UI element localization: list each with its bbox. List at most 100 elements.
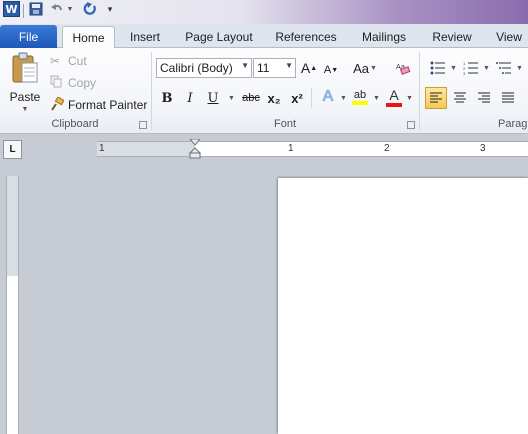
clipboard-dialog-launcher-icon[interactable] [139,121,147,129]
document-page[interactable] [278,178,528,434]
chevron-down-icon: ▼ [241,61,249,70]
group-divider [311,88,312,108]
change-case-icon: Aa [353,60,369,76]
word-icon[interactable]: W [3,0,20,18]
ruler-top-margin [7,176,18,276]
cut-label: Cut [68,54,87,68]
ribbon-home: Paste ▼ ✂ Cut Copy Format Painter Clipbo… [0,48,528,134]
multilevel-list-icon [496,62,511,74]
ruler-area: L 1 1 2 3 [0,135,528,163]
numbering-icon: 123 [463,61,478,75]
copy-icon [50,75,66,91]
format-painter-label: Format Painter [68,98,148,112]
paintbrush-icon [50,95,66,114]
indent-marker-icon[interactable] [189,139,201,159]
highlight-color-swatch [352,101,368,105]
chevron-down-icon: ▼ [285,61,293,70]
ruler-left-margin [97,142,195,156]
left-tab-icon: L [9,144,16,155]
font-color-swatch [386,103,402,107]
tab-file[interactable]: File [0,25,57,48]
undo-dropdown-icon[interactable]: ▼ [66,0,74,18]
font-dialog-launcher-icon[interactable] [407,121,415,129]
ruler-number: 3 [480,143,486,154]
underline-dropdown-icon[interactable]: ▼ [228,95,235,102]
paste-button[interactable]: Paste ▼ [6,52,44,116]
underline-button[interactable]: U [203,88,223,108]
text-effects-button[interactable]: A [318,87,338,107]
bullets-icon [430,61,445,75]
italic-button[interactable]: I [180,88,200,108]
text-effects-dropdown-icon[interactable]: ▼ [340,95,347,102]
word-logo: W [3,1,20,17]
align-center-button[interactable] [450,88,470,108]
font-group-label: Font [273,118,296,130]
subscript-button[interactable]: x₂ [264,88,284,108]
font-size-value: 11 [257,61,270,75]
bullets-button[interactable] [428,58,448,78]
font-name-select[interactable]: Calibri (Body) ▼ [156,58,252,78]
clear-formatting-icon: Aa [396,63,411,75]
copy-label: Copy [68,76,97,90]
tab-view[interactable]: View [490,26,528,48]
horizontal-ruler[interactable]: 1 1 2 3 [97,139,528,159]
clipboard-group-label: Clipboard [51,118,99,130]
tab-references[interactable]: References [268,26,344,48]
redo-icon[interactable] [82,0,98,18]
numbering-button[interactable]: 123 [461,58,481,78]
save-icon[interactable] [28,0,44,18]
align-center-icon [454,92,466,103]
svg-text:3: 3 [463,71,466,75]
format-painter-button[interactable]: Format Painter [50,95,148,114]
numbering-dropdown-icon[interactable]: ▼ [483,65,490,72]
ruler-number: 1 [99,143,105,154]
paste-icon [12,52,38,83]
highlight-button[interactable]: ab [350,86,370,108]
justify-icon [502,92,514,103]
align-left-button[interactable] [425,87,447,109]
change-case-button[interactable]: Aa ▼ [352,58,378,78]
multilevel-list-button[interactable] [494,58,514,78]
align-right-button[interactable] [474,88,494,108]
shrink-font-icon: A [323,64,332,76]
ribbon-tabs: File Home Insert Page Layout References … [0,24,528,49]
tab-page-layout[interactable]: Page Layout [180,26,258,48]
justify-button[interactable] [498,88,518,108]
grow-font-icon: A [300,60,311,76]
copy-button[interactable]: Copy [50,75,96,91]
grow-font-button[interactable]: A ▲ [299,58,319,78]
tab-review[interactable]: Review [426,26,478,48]
tab-selector-button[interactable]: L [3,140,22,159]
font-color-dropdown-icon[interactable]: ▼ [406,95,413,102]
paste-dropdown-icon: ▼ [21,106,29,113]
clear-formatting-button[interactable]: Aa [393,58,413,78]
highlight-icon: ab [353,89,367,101]
scissors-icon: ✂ [50,54,61,68]
bold-button[interactable]: B [157,88,177,108]
superscript-button[interactable]: x² [287,88,307,108]
vertical-ruler[interactable] [6,176,19,434]
ruler-number: 2 [384,143,390,154]
tab-mailings[interactable]: Mailings [354,26,414,48]
multilevel-list-dropdown-icon[interactable]: ▼ [516,65,523,72]
chevron-down-icon: ▼ [369,64,377,72]
font-name-value: Calibri (Body) [160,61,233,75]
font-color-button[interactable]: A [384,86,404,108]
paste-label: Paste [9,90,41,104]
tab-insert[interactable]: Insert [122,26,168,48]
ruler-number: 1 [288,143,294,154]
align-left-icon [430,92,442,103]
tab-home[interactable]: Home [62,26,115,49]
paragraph-group-label: Parag [498,118,528,130]
title-bar: W ▼ ▾ [0,0,528,24]
highlight-dropdown-icon[interactable]: ▼ [373,95,380,102]
shrink-font-button[interactable]: A ▼ [321,60,341,80]
cut-button[interactable]: ✂ Cut [50,53,87,69]
bullets-dropdown-icon[interactable]: ▼ [450,65,457,72]
font-size-select[interactable]: 11 ▼ [253,58,296,78]
strikethrough-button[interactable]: abc [239,88,263,108]
qat-separator [23,4,24,18]
customize-icon[interactable]: ▾ [105,0,115,18]
undo-icon[interactable] [50,0,64,18]
font-color-icon: A [389,87,399,103]
